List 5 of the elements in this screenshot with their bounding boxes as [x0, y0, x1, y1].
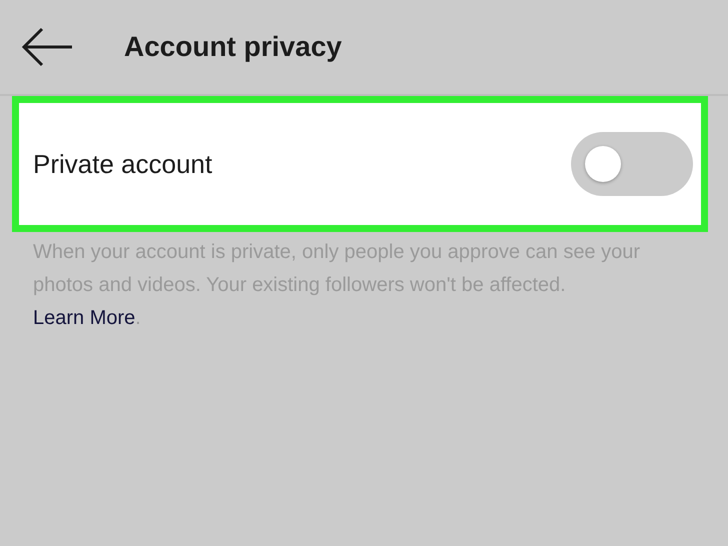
learn-more-link[interactable]: Learn More — [33, 307, 136, 329]
page-title: Account privacy — [124, 31, 342, 63]
setting-label: Private account — [33, 148, 212, 180]
back-button[interactable] — [22, 27, 74, 67]
back-arrow-icon — [22, 27, 74, 67]
